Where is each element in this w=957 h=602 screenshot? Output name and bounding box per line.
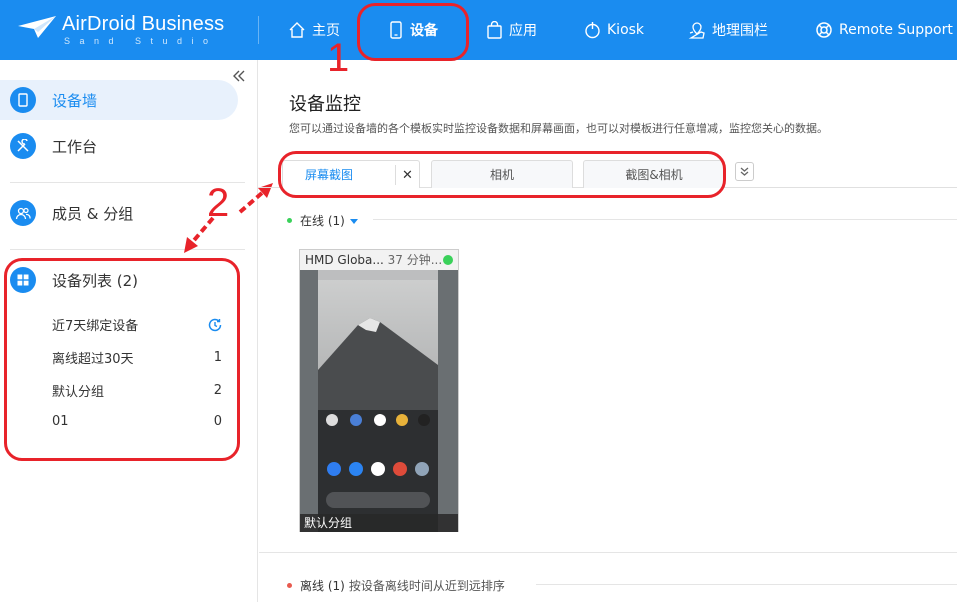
- group-count: 2: [213, 383, 222, 398]
- group-label: 近7天绑定设备: [52, 319, 139, 334]
- nav-apps-label: 应用: [509, 23, 537, 39]
- device-wall-icon: [10, 87, 36, 113]
- collapse-sidebar-icon[interactable]: [232, 68, 246, 87]
- device-card[interactable]: HMD Globa... 37 分钟... 默认分组: [299, 249, 459, 532]
- home-icon: [289, 22, 305, 38]
- device-card-header: HMD Globa... 37 分钟...: [300, 250, 458, 270]
- logo-text: AirDroid Business: [62, 13, 225, 35]
- sidebar-item-label: 成员 & 分组: [52, 204, 134, 223]
- group-count: 0: [213, 414, 222, 429]
- device-screenshot[interactable]: 默认分组: [300, 270, 458, 532]
- double-chevron-down-icon[interactable]: [735, 162, 754, 181]
- tab-label: 相机: [489, 168, 514, 182]
- group-label: 默认分组: [52, 385, 105, 400]
- offline-section-label: 离线 (1): [300, 579, 345, 593]
- group-label: 离线超过30天: [52, 352, 134, 367]
- nav-apps[interactable]: 应用: [486, 0, 537, 60]
- kiosk-icon: [585, 22, 600, 39]
- tab-camera[interactable]: 相机: [431, 160, 573, 188]
- offline-sort-desc: 按设备离线时间从近到远排序: [348, 579, 505, 593]
- logo-subtitle: Sand Studio: [64, 36, 218, 46]
- group-recent-7-days[interactable]: 近7天绑定设备: [52, 315, 222, 334]
- offline-dot: [287, 583, 292, 588]
- nav-remote-support[interactable]: Remote Support: [815, 0, 953, 60]
- sidebar-item-label: 工作台: [52, 137, 98, 156]
- members-icon: [10, 200, 36, 226]
- phone-screen: [318, 270, 438, 532]
- top-bar: AirDroid Business Sand Studio 主页 设备 应用 K…: [0, 0, 957, 60]
- wallpaper-image: [318, 270, 438, 532]
- group-default[interactable]: 默认分组 2: [52, 381, 222, 400]
- close-icon[interactable]: ✕: [395, 165, 419, 185]
- sidebar-item-label: 设备墙: [52, 91, 98, 110]
- online-dot: [287, 218, 292, 223]
- tab-label: 截图&相机: [625, 168, 683, 182]
- sidebar: 设备墙 工作台 成员 & 分组 设备列表 (2) 近7天绑定设备 离线超过30天…: [0, 60, 258, 602]
- nav-geofence[interactable]: 地理围栏: [688, 0, 768, 60]
- page-description: 您可以通过设备墙的各个模板实时监控设备数据和屏幕画面，也可以对模板进行任意增减，…: [289, 122, 828, 135]
- main-content: 设备监控 您可以通过设备墙的各个模板实时监控设备数据和屏幕画面，也可以对模板进行…: [259, 60, 957, 602]
- page-title: 设备监控: [289, 94, 361, 115]
- history-icon: [208, 318, 222, 331]
- nav-devices[interactable]: 设备: [388, 0, 438, 60]
- nav-remote-support-label: Remote Support: [839, 22, 953, 38]
- nav-devices-label: 设备: [410, 23, 438, 39]
- device-group-label: 默认分组: [300, 514, 458, 532]
- device-name: HMD Globa...: [305, 253, 384, 267]
- tab-screenshot[interactable]: 屏幕截图 ✕: [282, 160, 420, 188]
- tab-screenshot-camera[interactable]: 截图&相机: [583, 160, 725, 188]
- sidebar-item-device-list[interactable]: 设备列表 (2): [0, 260, 238, 300]
- online-section-header[interactable]: 在线 (1): [287, 212, 360, 229]
- nav-geofence-label: 地理围栏: [712, 23, 768, 39]
- header-divider: [258, 16, 259, 44]
- group-count: 1: [213, 350, 222, 365]
- logo[interactable]: AirDroid Business Sand Studio: [16, 10, 246, 50]
- nav-kiosk-label: Kiosk: [607, 22, 645, 38]
- group-label: 01: [52, 414, 69, 429]
- group-01[interactable]: 01 0: [52, 414, 222, 429]
- annotation-number-2: 2: [207, 181, 230, 225]
- tab-label: 屏幕截图: [305, 168, 354, 182]
- paper-plane-icon: [18, 16, 56, 38]
- geofence-icon: [688, 22, 705, 39]
- bag-icon: [487, 21, 502, 39]
- online-status-dot: [443, 255, 453, 265]
- nav-kiosk[interactable]: Kiosk: [584, 0, 644, 60]
- device-list-icon: [10, 267, 36, 293]
- section-divider: [373, 219, 957, 220]
- caret-down-icon: [349, 218, 358, 224]
- section-divider: [536, 584, 957, 585]
- section-divider: [259, 552, 957, 553]
- sidebar-item-device-wall[interactable]: 设备墙: [0, 80, 238, 120]
- sidebar-item-members[interactable]: 成员 & 分组: [0, 193, 238, 233]
- sidebar-divider: [10, 249, 245, 250]
- device-last-seen: 37 分钟...: [387, 253, 443, 267]
- group-offline-30-days[interactable]: 离线超过30天 1: [52, 348, 222, 367]
- online-section-label: 在线 (1): [300, 214, 345, 228]
- phone-icon: [390, 21, 402, 39]
- workbench-icon: [10, 133, 36, 159]
- sidebar-item-label: 设备列表 (2): [52, 271, 139, 290]
- sidebar-item-workbench[interactable]: 工作台: [0, 126, 238, 166]
- offline-section-header[interactable]: 离线 (1) 按设备离线时间从近到远排序: [287, 577, 505, 594]
- lifebuoy-icon: [816, 22, 832, 38]
